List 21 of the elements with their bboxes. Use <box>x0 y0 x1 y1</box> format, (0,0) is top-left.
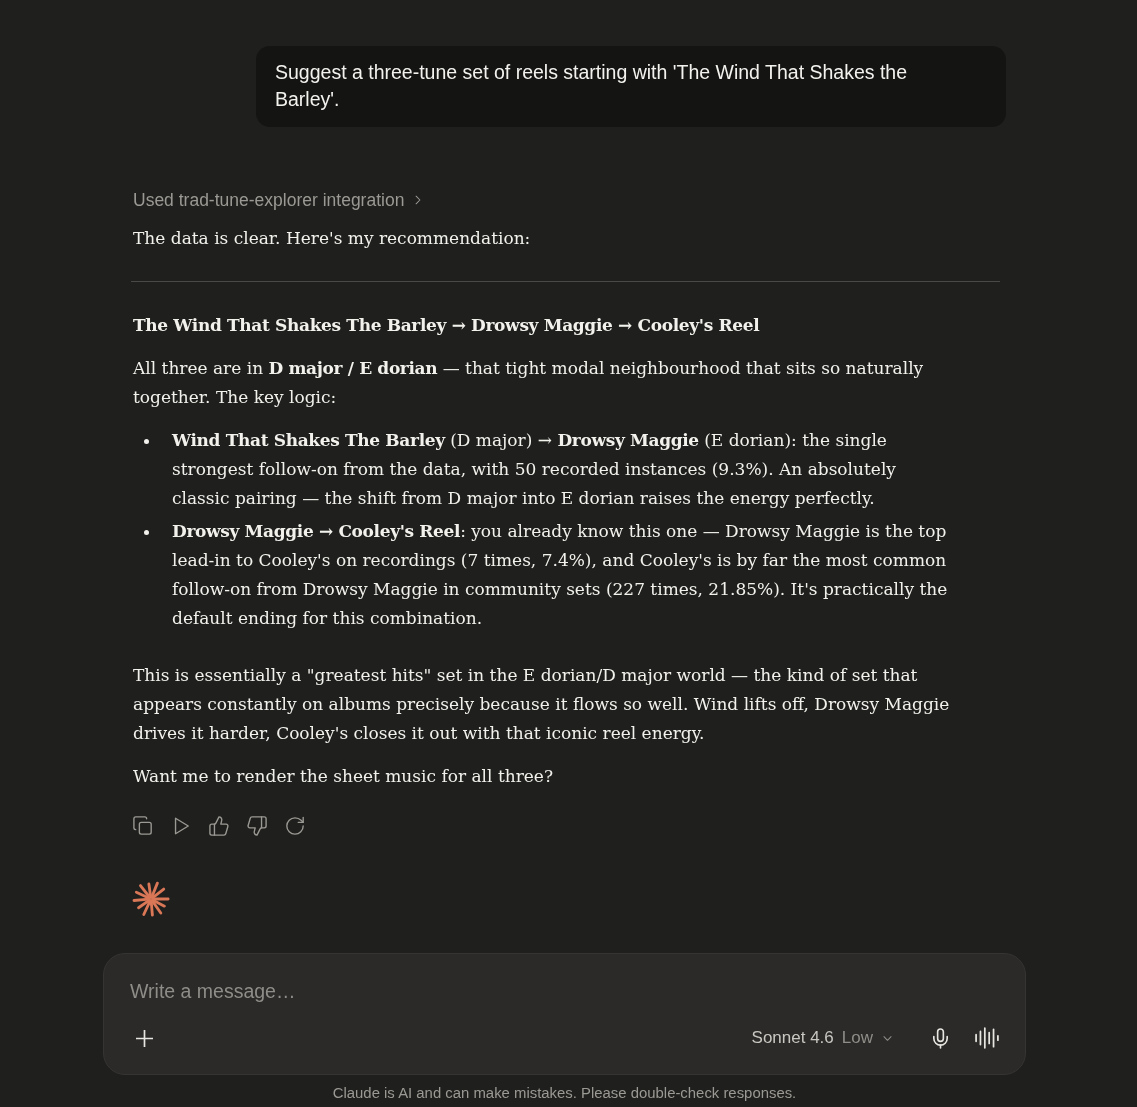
response-paragraph: Want me to render the sheet music for all three? <box>133 765 555 788</box>
user-message: Suggest a three-tune set of reels starting with 'The Wind That Shakes the Barley'. <box>256 46 1006 127</box>
model-selector[interactable]: Sonnet 4.6 Low <box>745 1022 900 1054</box>
waveform-icon <box>975 1026 999 1050</box>
response-paragraph: The data is clear. Here's my recommendation: <box>133 227 532 250</box>
list-item-text: Wind That Shakes The Barley (D major) → Drowsy Maggie (E dorian): the single strongest follow-on from the data, with 50 recorded instances (9.3%). An absolutely classic pairing — the shift from D major into E dorian raises the energy perfectly. <box>172 429 897 510</box>
message-input[interactable]: Write a message… <box>130 977 1001 1005</box>
tool-use-toggle[interactable]: Used trad-tune-explorer integration <box>133 190 426 210</box>
response-heading: The Wind That Shakes The Barley → Drowsy Maggie → Cooley's Reel <box>133 314 761 337</box>
bullet-icon <box>144 530 149 535</box>
bullet-icon <box>144 439 149 444</box>
thumbs-up-icon <box>209 816 229 836</box>
starburst-icon <box>132 880 170 918</box>
response-paragraph: This is essentially a "greatest hits" set in the E dorian/D major world — the kind of set that appears constantly on albums precisely because it flows so well. Wind lifts off, Drowsy Maggie drives it harder, Cooley's closes it out with that iconic reel energy. <box>133 664 951 745</box>
refresh-icon <box>285 816 305 836</box>
plus-icon <box>135 1029 153 1047</box>
response-paragraph: All three are in D major / E dorian — that tight modal neighbourhood that sits so naturally together. The key logic: <box>133 357 925 409</box>
thumbs-down-icon <box>247 816 267 836</box>
disclaimer-text: Claude is AI and can make mistakes. Please double-check responses. <box>332 1084 797 1102</box>
list-item-text: Drowsy Maggie → Cooley's Reel: you already know this one — Drowsy Maggie is the top lead-in to Cooley's on recordings (7 times, 7.4%), and Cooley's is by far the most common follow-on from Drowsy Maggie in community sets (227 times, 21.85%). It's practically the default ending for this combination. <box>172 520 949 630</box>
copy-icon <box>133 816 153 836</box>
